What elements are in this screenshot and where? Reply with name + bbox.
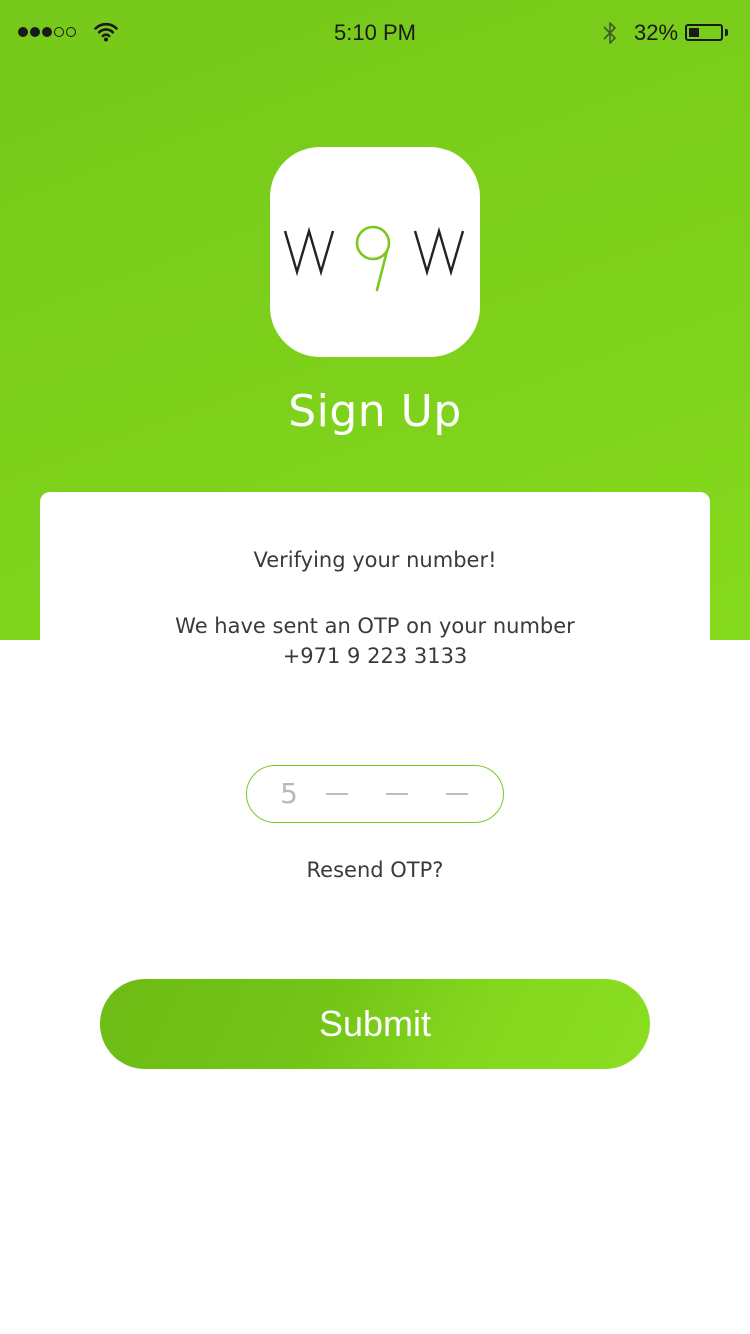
phone-number: +971 9 223 3133 (282, 644, 468, 668)
otp-input[interactable]: 5 (246, 765, 504, 823)
status-bar: 5:10 PM 32% (0, 0, 750, 66)
bluetooth-icon (603, 22, 616, 44)
resend-otp-link[interactable]: Resend OTP? (0, 858, 750, 882)
otp-digit-4-placeholder[interactable] (446, 793, 468, 795)
otp-digit-3-placeholder[interactable] (386, 793, 408, 795)
otp-digit-1[interactable]: 5 (269, 766, 309, 821)
otp-digit-2-placeholder[interactable] (326, 793, 348, 795)
submit-button[interactable]: Submit (100, 979, 650, 1069)
verification-heading: Verifying your number! (253, 548, 497, 572)
w9w-logo-icon (283, 225, 465, 292)
battery-icon (685, 24, 723, 41)
battery-tip (725, 29, 728, 36)
app-logo (270, 147, 480, 357)
verification-description: We have sent an OTP on your number (175, 614, 575, 638)
battery-percent: 32% (634, 20, 679, 45)
page-title: Sign Up (288, 386, 462, 437)
